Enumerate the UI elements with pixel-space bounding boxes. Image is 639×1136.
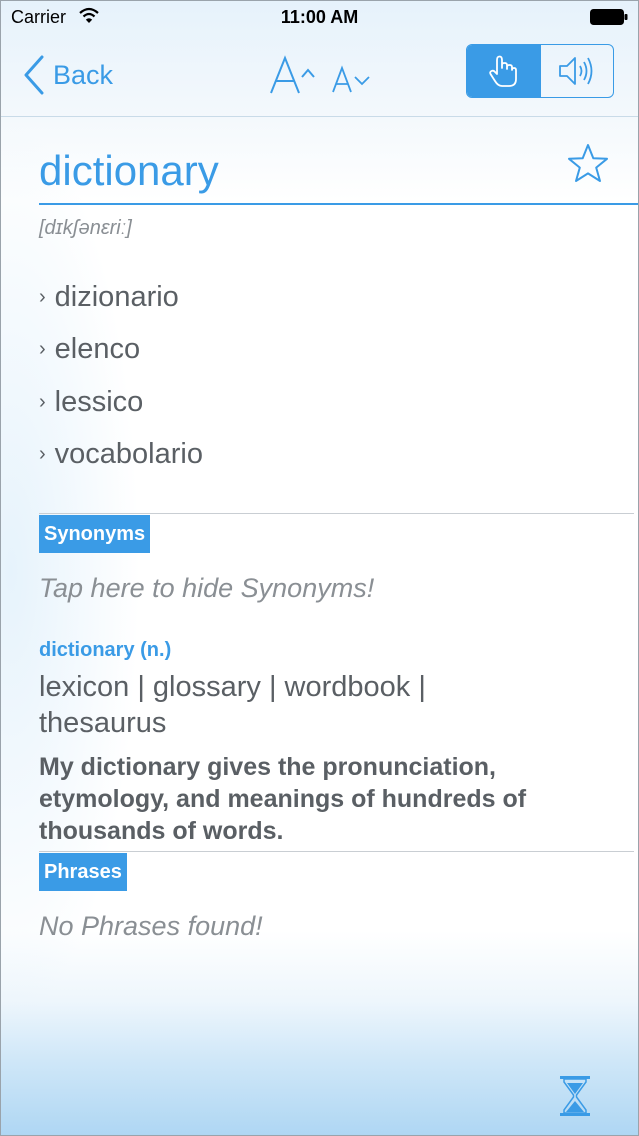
- back-label: Back: [53, 59, 114, 90]
- speaker-icon: [558, 57, 593, 85]
- translation-item[interactable]: › vocabolario: [39, 429, 203, 482]
- phrases-tag: Phrases: [39, 853, 127, 891]
- hand-pointer-icon: [489, 55, 518, 87]
- font-increase-icon: [270, 55, 315, 94]
- chevron-right-icon: ›: [39, 285, 46, 308]
- font-increase-button[interactable]: [269, 55, 319, 102]
- hourglass-icon: [560, 1076, 590, 1116]
- mode-segmented-control: [466, 44, 614, 98]
- chevron-right-icon: ›: [39, 338, 46, 361]
- chevron-right-icon: ›: [39, 443, 46, 466]
- synonym-headword: dictionary (n.): [39, 639, 172, 661]
- phrases-divider: [39, 851, 634, 852]
- hide-synonyms-hint[interactable]: Tap here to hide Synonyms!: [39, 573, 374, 604]
- no-phrases-message: No Phrases found!: [39, 911, 263, 941]
- status-bar: Carrier 11:00 AM: [1, 1, 638, 35]
- translation-list: › dizionario › elenco › lessico › vocabo…: [39, 271, 203, 481]
- battery-icon: [590, 9, 628, 25]
- synonyms-divider: [39, 513, 634, 514]
- speaker-mode-button[interactable]: [539, 45, 614, 97]
- font-decrease-icon: [332, 65, 370, 93]
- translation-item[interactable]: › elenco: [39, 324, 203, 377]
- synonym-list: lexicon | glossary | wordbook | thesauru…: [39, 671, 426, 739]
- translation-item[interactable]: › lessico: [39, 376, 203, 429]
- synonyms-tag: Synonyms: [39, 515, 151, 553]
- translation-item[interactable]: › dizionario: [39, 271, 203, 324]
- translation-label: elenco: [54, 333, 141, 366]
- chevron-right-icon: ›: [39, 390, 46, 413]
- status-time: 11:00 AM: [280, 7, 359, 27]
- synonym-example: My dictionary gives the pronunciation, e…: [39, 753, 527, 845]
- font-decrease-button[interactable]: [331, 65, 373, 100]
- title-underline: [39, 203, 638, 205]
- translation-label: lessico: [54, 385, 144, 418]
- back-button[interactable]: Back: [23, 53, 113, 97]
- touch-mode-button[interactable]: [467, 45, 540, 97]
- translation-label: dizionario: [54, 280, 179, 313]
- translation-label: vocabolario: [54, 438, 203, 471]
- entry-word: dictionary: [39, 147, 219, 194]
- favorite-star-icon[interactable]: [566, 142, 610, 186]
- nav-bar: Back: [1, 35, 638, 117]
- pronunciation: [dɪkʃənɛriː]: [39, 217, 132, 239]
- app-window: Carrier 11:00 AM Back dictionary [dɪkʃən…: [0, 0, 639, 1136]
- chevron-left-icon: [24, 55, 44, 95]
